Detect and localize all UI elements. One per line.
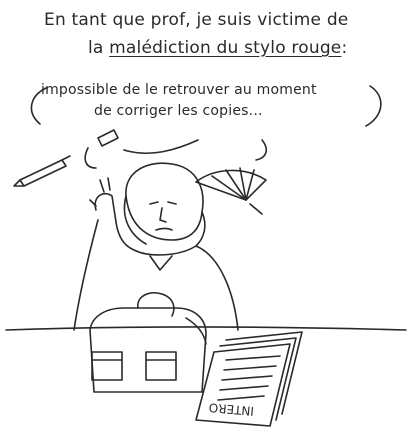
drawing: INTERO (5, 85, 407, 427)
comic-panel: En tant que prof, je suis victime de la … (0, 0, 411, 444)
motion-lines-2 (255, 139, 268, 161)
motion-lines (123, 139, 199, 154)
bag-icon (89, 292, 207, 393)
book-label: INTERO (208, 400, 254, 418)
flying-cap-icon (84, 129, 119, 169)
flying-fan-icon (195, 167, 267, 215)
thought-bubble-left (30, 87, 47, 125)
thought-bubble-right (365, 85, 382, 127)
flying-pen-icon (13, 155, 71, 187)
